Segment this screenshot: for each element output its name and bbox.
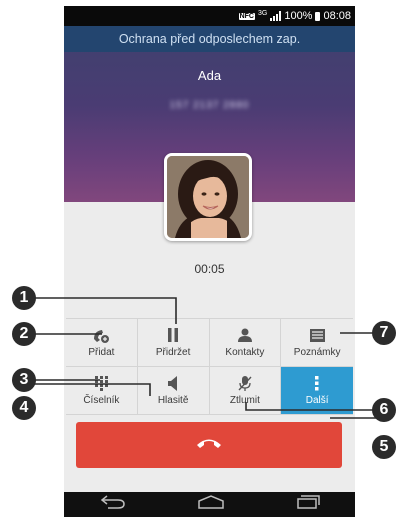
- clock: 08:08: [323, 10, 351, 22]
- add-call-button[interactable]: Přidat: [66, 319, 138, 367]
- speaker-icon: [168, 375, 178, 391]
- status-bar: NFC 3G 100% 08:08: [64, 6, 355, 26]
- recent-apps-icon[interactable]: [296, 495, 320, 514]
- hang-up-icon: [196, 436, 222, 454]
- notes-label: Poznámky: [293, 346, 341, 358]
- add-call-icon: [92, 328, 110, 343]
- notes-button[interactable]: Poznámky: [281, 319, 353, 367]
- more-button[interactable]: Další: [281, 367, 353, 415]
- callout-1: 1: [12, 286, 36, 310]
- callout-7: 7: [372, 321, 396, 345]
- dialpad-label: Číselník: [83, 394, 120, 406]
- callout-6: 6: [372, 398, 396, 422]
- battery-percent: 100%: [284, 10, 313, 22]
- eavesdrop-protection-banner: Ochrana před odposlechem zap.: [64, 26, 355, 52]
- callout-3: 3: [12, 368, 36, 392]
- back-icon[interactable]: [100, 495, 126, 514]
- speaker-button[interactable]: Hlasitě: [137, 367, 210, 415]
- phone-screen: NFC 3G 100% 08:08 Ochrana před odposlech…: [64, 6, 355, 517]
- signal-icon: [270, 11, 282, 21]
- contact-photo: [164, 153, 252, 241]
- mute-button[interactable]: Ztlumit: [209, 367, 282, 415]
- add-call-label: Přidat: [88, 346, 115, 358]
- callout-2: 2: [12, 322, 36, 346]
- more-label: Další: [305, 394, 329, 406]
- call-timer: 00:05: [194, 262, 225, 276]
- notes-icon: [309, 328, 325, 343]
- callout-5: 5: [372, 435, 396, 459]
- mute-mic-icon: [238, 375, 252, 391]
- hold-label: Přidržet: [155, 346, 191, 358]
- callout-4: 4: [12, 396, 36, 420]
- contacts-button[interactable]: Kontakty: [209, 319, 282, 367]
- hold-button[interactable]: Přidržet: [137, 319, 210, 367]
- dialpad-icon: [94, 375, 108, 391]
- dialpad-button[interactable]: Číselník: [66, 367, 138, 415]
- caller-number: 157 2137 2880: [169, 100, 250, 111]
- contacts-label: Kontakty: [225, 346, 265, 358]
- battery-icon: [315, 11, 321, 21]
- more-icon: [315, 375, 319, 391]
- speaker-label: Hlasitě: [157, 394, 189, 406]
- nfc-icon: NFC: [238, 12, 255, 20]
- call-actions-grid: Přidat Přidržet Kontakty Poznámky Číseln…: [66, 318, 353, 415]
- caller-name: Ada: [197, 68, 222, 83]
- navigation-bar: [64, 492, 355, 517]
- end-call-button[interactable]: [76, 422, 342, 468]
- home-icon[interactable]: [197, 495, 225, 514]
- contact-icon: [237, 328, 252, 343]
- network-type: 3G: [257, 9, 268, 17]
- pause-icon: [167, 328, 179, 343]
- mute-label: Ztlumit: [229, 394, 260, 406]
